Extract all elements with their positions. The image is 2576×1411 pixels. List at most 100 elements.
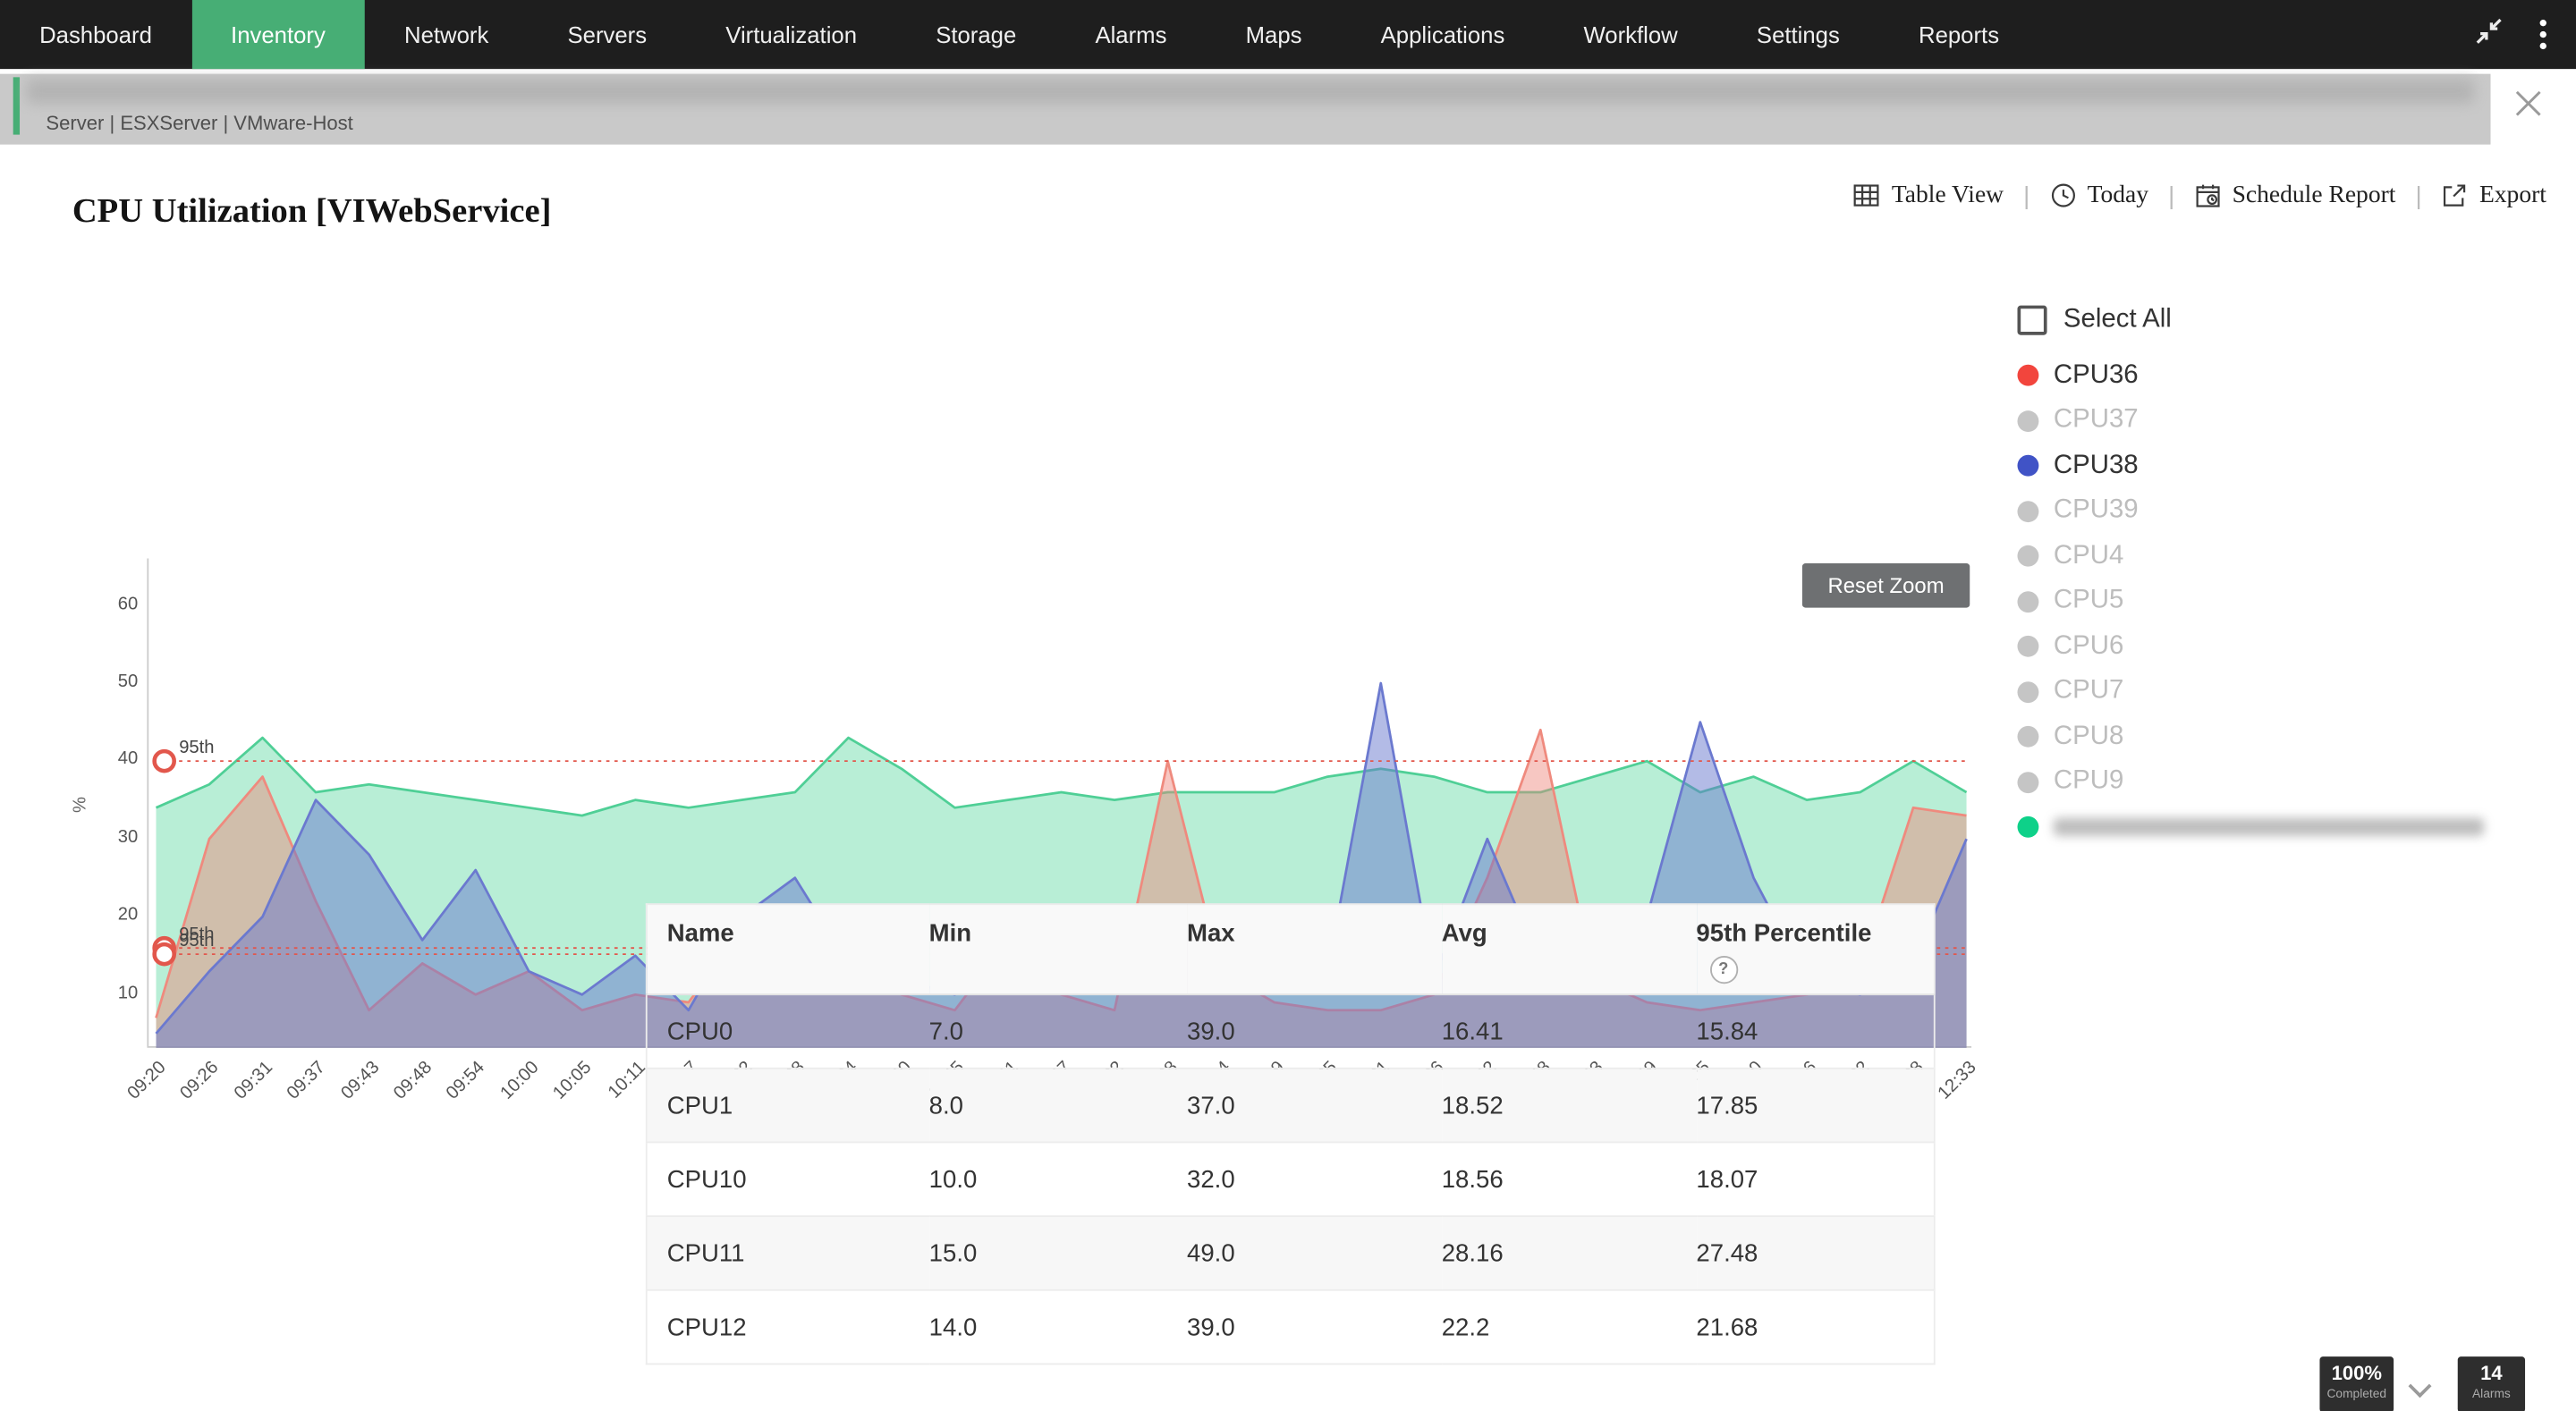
toolbar-separator: | <box>2023 182 2029 209</box>
legend-item-cpu7[interactable]: CPU7 <box>2018 669 2560 714</box>
y-tick-label: 50 <box>86 672 139 691</box>
series-color-dot <box>2018 455 2039 477</box>
nav-item-inventory[interactable]: Inventory <box>191 0 365 69</box>
nav-item-dashboard[interactable]: Dashboard <box>0 0 191 69</box>
legend-label: CPU7 <box>2054 677 2123 706</box>
table-view-label: Table View <box>1892 182 2004 209</box>
table-cell: CPU10 <box>647 1142 929 1216</box>
series-color-dot <box>2018 726 2039 748</box>
nav-item-workflow[interactable]: Workflow <box>1544 0 1716 69</box>
collapse-icon[interactable] <box>2474 15 2504 53</box>
table-cell: CPU0 <box>647 994 929 1069</box>
table-cell: CPU12 <box>647 1290 929 1365</box>
svg-text:95th: 95th <box>179 738 214 757</box>
legend-item-cpu37[interactable]: CPU37 <box>2018 398 2560 444</box>
breadcrumb-path: Server | ESXServer | VMware-Host <box>46 112 352 135</box>
report-toolbar: Table View | Today | Schedule Report | E… <box>1854 174 2546 217</box>
alarms-count: 14 <box>2458 1363 2525 1385</box>
table-cell: 37.0 <box>1187 1069 1442 1143</box>
export-button[interactable]: Export <box>2442 182 2546 209</box>
legend-label: CPU9 <box>2054 767 2123 797</box>
nav-item-applications[interactable]: Applications <box>1342 0 1545 69</box>
y-tick-label: 60 <box>86 594 139 613</box>
series-color-dot <box>2018 772 2039 793</box>
nav-item-reports[interactable]: Reports <box>1879 0 2038 69</box>
col-header-min: Min <box>929 904 1187 994</box>
percentile-help-icon[interactable]: ? <box>1709 956 1737 984</box>
legend-label: CPU8 <box>2054 722 2123 752</box>
select-all-checkbox[interactable] <box>2018 306 2047 335</box>
series-color-dot <box>2018 591 2039 613</box>
table-cell: CPU11 <box>647 1216 929 1290</box>
nav-item-servers[interactable]: Servers <box>528 0 686 69</box>
table-view-icon <box>1854 182 1880 208</box>
table-view-button[interactable]: Table View <box>1854 182 2004 209</box>
select-all-checkbox-row[interactable]: Select All <box>2018 306 2560 335</box>
legend-items: CPU36 CPU37CPU38CPU39CPU4CPU5CPU6 CPU7 CPU8… <box>2018 353 2560 850</box>
y-tick-label: 30 <box>86 827 139 847</box>
progress-label: Completed <box>2319 1386 2394 1401</box>
table-cell: 15.0 <box>929 1216 1187 1290</box>
table-cell: 18.07 <box>1696 1142 1934 1216</box>
table-cell: 28.16 <box>1442 1216 1697 1290</box>
schedule-report-button[interactable]: Schedule Report <box>2194 182 2395 209</box>
nav-item-settings[interactable]: Settings <box>1717 0 1879 69</box>
schedule-report-label: Schedule Report <box>2233 182 2396 209</box>
nav-item-maps[interactable]: Maps <box>1207 0 1342 69</box>
table-cell: 18.52 <box>1442 1069 1697 1143</box>
col-header-avg: Avg <box>1442 904 1697 994</box>
alarms-badge[interactable]: 14 Alarms <box>2458 1356 2525 1411</box>
kebab-menu-icon[interactable] <box>2533 13 2553 56</box>
col-header-max: Max <box>1187 904 1442 994</box>
nav-item-alarms[interactable]: Alarms <box>1055 0 1206 69</box>
table-cell: 18.56 <box>1442 1142 1697 1216</box>
series-color-dot <box>2018 681 2039 703</box>
table-cell: 17.85 <box>1696 1069 1934 1143</box>
series-color-dot <box>2018 816 2039 838</box>
table-cell: 7.0 <box>929 994 1187 1069</box>
nav-item-storage[interactable]: Storage <box>896 0 1055 69</box>
series-color-dot <box>2018 410 2039 432</box>
table-cell: 10.0 <box>929 1142 1187 1216</box>
table-cell: 14.0 <box>929 1290 1187 1365</box>
legend-item-redacted[interactable] <box>2018 805 2560 850</box>
y-tick-label: 40 <box>86 749 139 769</box>
table-cell: 39.0 <box>1187 1290 1442 1365</box>
y-tick-label: 10 <box>86 983 139 1002</box>
table-cell: 16.41 <box>1442 994 1697 1069</box>
legend-item-cpu36[interactable]: CPU36 <box>2018 353 2560 399</box>
progress-badge[interactable]: 100% Completed <box>2319 1356 2394 1411</box>
export-icon <box>2442 182 2468 208</box>
table-cell: 22.2 <box>1442 1290 1697 1365</box>
table-row: CPU07.039.016.4115.84 <box>647 994 1935 1069</box>
series-legend-panel: Select All CPU36CPU37CPU38CPU39CPU4CPU5C… <box>2018 306 2560 850</box>
calendar-icon <box>2194 182 2220 208</box>
nav-item-virtualization[interactable]: Virtualization <box>686 0 896 69</box>
legend-item-cpu38[interactable]: CPU38 <box>2018 444 2560 489</box>
page-title: CPU Utilization [VIWebService] <box>72 190 552 232</box>
nav-item-network[interactable]: Network <box>365 0 528 69</box>
period-today-button[interactable]: Today <box>2049 182 2148 209</box>
close-icon[interactable] <box>2509 84 2548 123</box>
alarms-label: Alarms <box>2458 1386 2525 1401</box>
nav-items: DashboardInventoryNetworkServersVirtuali… <box>0 0 2038 69</box>
legend-label: CPU36 <box>2054 361 2139 391</box>
legend-item-cpu5[interactable]: CPU5 <box>2018 579 2560 624</box>
period-label: Today <box>2088 182 2148 209</box>
table-cell: 21.68 <box>1696 1290 1934 1365</box>
legend-item-cpu39[interactable]: CPU39 <box>2018 488 2560 534</box>
legend-item-cpu6[interactable]: CPU6 <box>2018 624 2560 670</box>
nav-icons <box>2474 0 2553 69</box>
series-color-dot <box>2018 545 2039 567</box>
table-cell: 49.0 <box>1187 1216 1442 1290</box>
table-cell: CPU1 <box>647 1069 929 1143</box>
table-row: CPU1214.039.022.221.68 <box>647 1290 1935 1365</box>
table-row: CPU1115.049.028.1627.48 <box>647 1216 1935 1290</box>
cpu-utilization-chart-region: Reset Zoom 95th95th95th 102030405060 09:… <box>0 263 2004 920</box>
legend-item-cpu9[interactable]: CPU9 <box>2018 759 2560 805</box>
toolbar-separator: | <box>2168 182 2174 209</box>
legend-item-cpu4[interactable]: CPU4 <box>2018 534 2560 579</box>
legend-item-cpu8[interactable]: CPU8 <box>2018 714 2560 760</box>
table-cell: 8.0 <box>929 1069 1187 1143</box>
chevron-down-icon[interactable] <box>2409 1376 2432 1399</box>
